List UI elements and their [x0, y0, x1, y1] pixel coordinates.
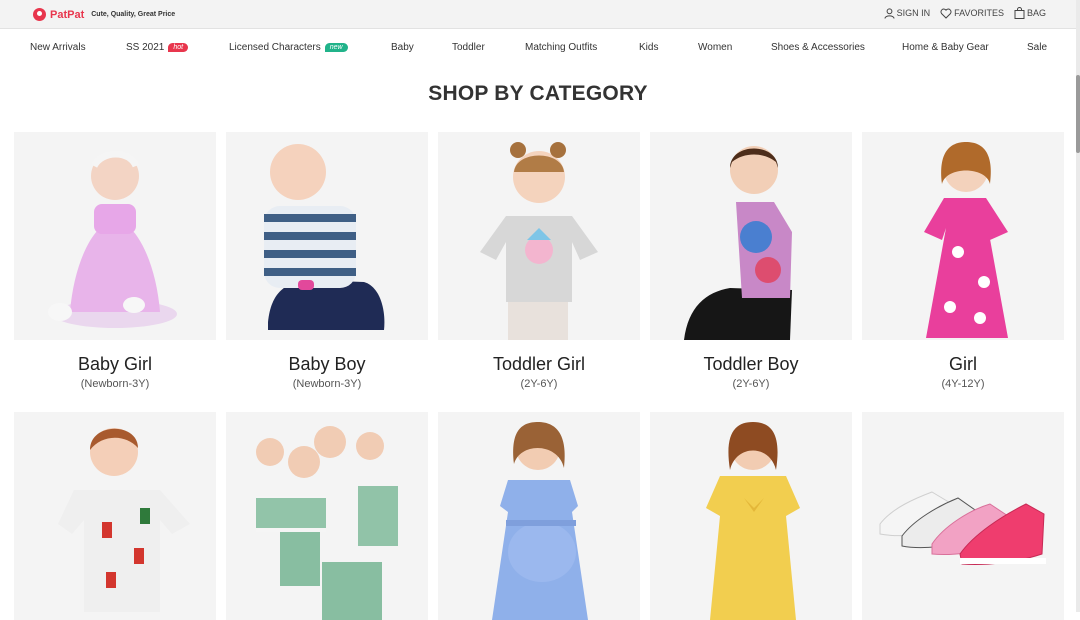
patpat-logo-icon: [33, 8, 46, 21]
nav-label: Kids: [639, 42, 659, 53]
nav-label: Sale: [1027, 42, 1048, 53]
category-name: Baby Girl: [77, 354, 153, 374]
category-card-maternity[interactable]: [438, 412, 640, 620]
category-name: Toddler Girl: [492, 354, 586, 374]
girl-photo[interactable]: [862, 132, 1064, 340]
category-age-range: (2Y-6Y): [732, 378, 770, 390]
boy-photo[interactable]: [14, 412, 216, 620]
bag-link[interactable]: BAG: [1014, 7, 1046, 19]
nav-toddler[interactable]: Toddler: [452, 42, 485, 53]
nav-shoes-accessories[interactable]: Shoes & Accessories: [771, 42, 865, 53]
page-scrollbar[interactable]: [1076, 0, 1080, 612]
category-card-girl[interactable]: Girl (4Y-12Y): [862, 132, 1064, 390]
nav-label: Toddler: [452, 42, 485, 53]
category-name: Toddler Boy: [703, 354, 799, 374]
maternity-photo[interactable]: [438, 412, 640, 620]
nav-label: Home & Baby Gear: [902, 42, 989, 53]
user-icon: [884, 7, 895, 19]
category-age-range: (2Y-6Y): [520, 378, 558, 390]
category-name: Girl: [949, 354, 977, 374]
nav-sale[interactable]: Sale: [1027, 42, 1047, 53]
nav-new-arrivals[interactable]: New Arrivals: [30, 42, 86, 53]
category-age-range: (Newborn-3Y): [292, 378, 362, 390]
bag-label: BAG: [1026, 8, 1046, 18]
family-matching-photo[interactable]: [226, 412, 428, 620]
nav-label: Shoes & Accessories: [771, 42, 865, 53]
account-links: SIGN IN FAVORITES BAG: [874, 7, 1046, 19]
nav-label: Licensed Characters: [229, 42, 321, 53]
nav-baby[interactable]: Baby: [391, 42, 414, 53]
nav-women[interactable]: Women: [698, 42, 732, 53]
nav-licensed-characters[interactable]: Licensed Characters new: [229, 42, 348, 53]
sign-in-link[interactable]: SIGN IN: [884, 7, 931, 19]
baby-girl-photo[interactable]: [14, 132, 216, 340]
category-name: Baby Boy: [288, 354, 366, 374]
nav-ss-2021[interactable]: SS 2021 hot: [126, 42, 189, 53]
top-bar: PatPat Cute, Quality, Great Price SIGN I…: [0, 0, 1076, 29]
toddler-boy-photo[interactable]: [650, 132, 852, 340]
nav-label: New Arrivals: [30, 42, 86, 53]
favorites-label: FAVORITES: [954, 8, 1004, 18]
category-card-baby-girl[interactable]: Baby Girl (Newborn-3Y): [14, 132, 216, 390]
shoes-photo[interactable]: [862, 412, 1064, 620]
section-title: SHOP BY CATEGORY: [428, 82, 648, 105]
category-card-women[interactable]: [650, 412, 852, 620]
logo[interactable]: PatPat Cute, Quality, Great Price: [33, 8, 175, 21]
baby-boy-photo[interactable]: [226, 132, 428, 340]
nav-label: SS 2021: [126, 42, 165, 53]
toddler-girl-photo[interactable]: [438, 132, 640, 340]
tagline: Cute, Quality, Great Price: [91, 11, 176, 18]
main-nav: New Arrivals SS 2021 hot Licensed Charact…: [0, 36, 1076, 64]
category-card-shoes[interactable]: [862, 412, 1064, 620]
new-badge: new: [324, 43, 348, 52]
women-photo[interactable]: [650, 412, 852, 620]
favorites-link[interactable]: FAVORITES: [940, 8, 1004, 19]
nav-kids[interactable]: Kids: [639, 42, 658, 53]
nav-matching-outfits[interactable]: Matching Outfits: [525, 42, 597, 53]
nav-home-baby-gear[interactable]: Home & Baby Gear: [902, 42, 989, 53]
scrollbar-thumb[interactable]: [1076, 75, 1080, 153]
category-card-baby-boy[interactable]: Baby Boy (Newborn-3Y): [226, 132, 428, 390]
nav-label: Women: [698, 42, 733, 53]
category-age-range: (4Y-12Y): [941, 378, 985, 390]
category-card-toddler-girl[interactable]: Toddler Girl (2Y-6Y): [438, 132, 640, 390]
logo-text: PatPat: [50, 8, 85, 21]
sign-in-label: SIGN IN: [896, 8, 931, 18]
nav-label: Matching Outfits: [525, 42, 598, 53]
hot-badge: hot: [168, 43, 189, 52]
bag-icon: [1014, 7, 1025, 19]
nav-label: Baby: [391, 42, 414, 53]
category-card-toddler-boy[interactable]: Toddler Boy (2Y-6Y): [650, 132, 852, 390]
category-age-range: (Newborn-3Y): [80, 378, 150, 390]
category-card-family-matching[interactable]: [226, 412, 428, 620]
category-card-boy[interactable]: [14, 412, 216, 620]
heart-icon: [940, 8, 952, 19]
